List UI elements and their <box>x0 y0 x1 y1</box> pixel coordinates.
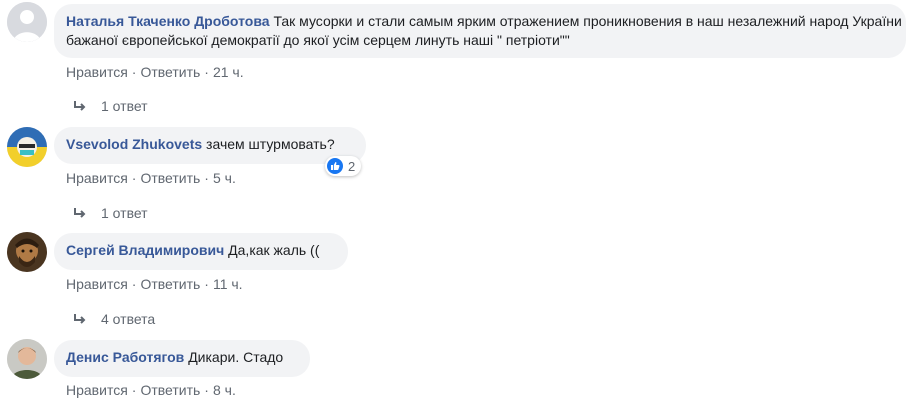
avatar[interactable] <box>7 232 47 272</box>
reply-link[interactable]: Ответить <box>140 382 200 398</box>
like-link[interactable]: Нравится <box>66 64 128 80</box>
comment-author[interactable]: Сергей Владимирович <box>66 242 224 258</box>
reply-link[interactable]: Ответить <box>140 64 200 80</box>
reaction-count: 2 <box>348 158 356 174</box>
avatar[interactable] <box>7 2 47 42</box>
timestamp[interactable]: 21 ч. <box>213 64 244 80</box>
comment-bubble: Vsevolod Zhukovets зачем штурмовать? <box>54 127 366 164</box>
comment-bubble: Наталья Ткаченко Дроботова Так мусорки и… <box>54 4 906 58</box>
comment-author[interactable]: Наталья Ткаченко Дроботова <box>66 13 270 29</box>
comment-bubble: Денис Работягов Дикари. Стадо <box>54 340 310 377</box>
separator: · <box>204 382 209 398</box>
avatar[interactable] <box>7 127 47 167</box>
view-replies-link[interactable]: 1 ответ <box>73 98 148 114</box>
view-replies-link[interactable]: 1 ответ <box>73 205 148 221</box>
like-icon <box>327 158 343 174</box>
comment-text: Да,как жаль (( <box>228 242 320 258</box>
comment-text: зачем штурмовать? <box>206 136 335 152</box>
comment-text: Дикари. Стадо <box>188 349 284 365</box>
timestamp[interactable]: 8 ч. <box>213 382 236 398</box>
separator: · <box>204 64 209 80</box>
replies-count: 1 ответ <box>101 205 148 221</box>
reaction-badge[interactable]: 2 <box>325 156 362 176</box>
separator: · <box>131 382 137 398</box>
reply-arrow-icon <box>74 208 86 218</box>
replies-count: 1 ответ <box>101 98 148 114</box>
separator: · <box>204 170 209 186</box>
comment-actions: Нравится · Ответить · 21 ч. <box>66 64 244 80</box>
like-link[interactable]: Нравится <box>66 382 128 398</box>
timestamp[interactable]: 11 ч. <box>213 276 243 292</box>
comment-actions: Нравится · Ответить · 11 ч. <box>66 276 243 292</box>
view-replies-link[interactable]: 4 ответа <box>73 311 155 327</box>
comment-author[interactable]: Vsevolod Zhukovets <box>66 136 202 152</box>
separator: · <box>131 276 137 292</box>
separator: · <box>204 276 209 292</box>
reply-link[interactable]: Ответить <box>140 170 200 186</box>
like-link[interactable]: Нравится <box>66 276 128 292</box>
replies-count: 4 ответа <box>101 311 156 327</box>
comment-bubble: Сергей Владимирович Да,как жаль (( <box>54 233 348 270</box>
separator: · <box>131 64 137 80</box>
reply-arrow-icon <box>74 101 86 111</box>
like-link[interactable]: Нравится <box>66 170 128 186</box>
separator: · <box>131 170 137 186</box>
comment-actions: Нравится · Ответить · 8 ч. <box>66 382 236 398</box>
avatar[interactable] <box>7 339 47 379</box>
comment-actions: Нравится · Ответить · 5 ч. <box>66 170 236 186</box>
timestamp[interactable]: 5 ч. <box>213 170 236 186</box>
comment-author[interactable]: Денис Работягов <box>66 349 184 365</box>
reply-arrow-icon <box>74 314 86 324</box>
reply-link[interactable]: Ответить <box>140 276 200 292</box>
